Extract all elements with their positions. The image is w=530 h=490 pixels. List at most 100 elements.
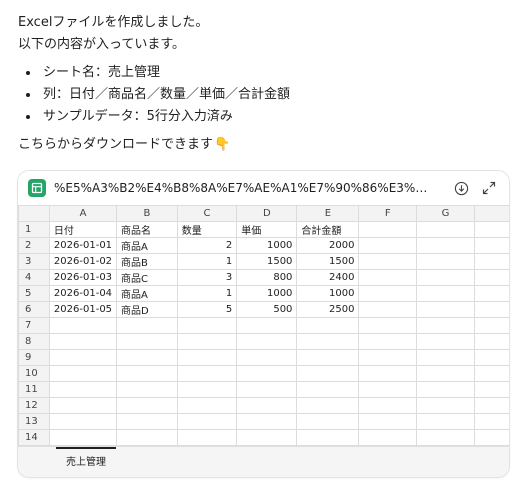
column-header[interactable]: B [116,205,178,222]
cell[interactable]: 500 [236,301,298,318]
cell[interactable] [116,317,178,334]
cell[interactable] [473,365,509,382]
cell[interactable] [473,317,509,334]
cell[interactable] [473,269,509,286]
cell[interactable] [473,285,509,302]
cell[interactable]: 5 [176,301,238,318]
cell[interactable] [358,237,418,254]
file-name[interactable]: %E5%A3%B2%E4%B8%8A%E7%AE%A1%E7%90%86%E3%… [54,181,434,195]
cell[interactable] [236,333,298,350]
cell[interactable] [116,381,178,398]
cell[interactable] [116,397,178,414]
spreadsheet-grid[interactable]: A B C D E F G 1 日付 商品名 数量 単価 合計金額 2 2026-01-01 商品A 2 1000… [18,205,509,446]
cell[interactable]: 2000 [296,237,360,254]
cell[interactable] [296,349,360,366]
select-all-corner[interactable] [18,205,50,222]
sheet-tab[interactable]: 売上管理 [56,447,116,472]
cell[interactable]: 2500 [296,301,360,318]
cell[interactable] [358,317,418,334]
cell[interactable] [358,333,418,350]
cell[interactable] [416,317,475,334]
cell[interactable]: 1000 [236,285,298,302]
cell[interactable] [473,397,509,414]
row-header[interactable]: 14 [18,429,50,446]
cell[interactable] [416,237,475,254]
cell[interactable] [236,413,298,430]
cell[interactable] [358,221,418,238]
column-header[interactable]: E [296,205,360,222]
cell[interactable] [296,397,360,414]
row-header[interactable]: 5 [18,285,50,302]
cell[interactable] [416,301,475,318]
cell[interactable] [358,429,418,446]
cell[interactable] [358,349,418,366]
cell[interactable]: 2026-01-03 [48,269,118,286]
cell[interactable] [236,349,298,366]
cell[interactable] [358,381,418,398]
row-header[interactable]: 13 [18,413,50,430]
cell[interactable] [416,269,475,286]
spreadsheet-preview-card[interactable]: %E5%A3%B2%E4%B8%8A%E7%AE%A1%E7%90%86%E3%… [17,170,510,478]
row-header[interactable]: 11 [18,381,50,398]
cell[interactable] [48,333,118,350]
cell[interactable] [416,365,475,382]
column-header[interactable]: A [48,205,118,222]
row-header[interactable]: 1 [18,221,50,238]
cell[interactable]: 1500 [296,253,360,270]
column-header[interactable]: G [416,205,475,222]
cell[interactable] [296,413,360,430]
cell[interactable] [416,253,475,270]
cell[interactable]: 商品D [116,301,178,318]
cell[interactable] [116,413,178,430]
column-header[interactable]: D [236,205,298,222]
cell[interactable] [176,413,238,430]
cell[interactable] [473,301,509,318]
cell[interactable] [236,365,298,382]
cell[interactable]: 商品A [116,237,178,254]
column-header[interactable]: C [176,205,238,222]
cell[interactable]: 商品C [116,269,178,286]
cell[interactable] [358,413,418,430]
cell[interactable]: 1000 [236,237,298,254]
row-header[interactable]: 3 [18,253,50,270]
cell[interactable] [358,397,418,414]
cell[interactable] [416,429,475,446]
row-header[interactable]: 9 [18,349,50,366]
cell[interactable] [416,349,475,366]
cell[interactable] [473,253,509,270]
cell[interactable] [176,397,238,414]
cell[interactable]: 1500 [236,253,298,270]
row-header[interactable]: 12 [18,397,50,414]
cell[interactable] [473,237,509,254]
cell[interactable] [358,365,418,382]
cell[interactable]: 商品A [116,285,178,302]
row-header[interactable]: 10 [18,365,50,382]
cell[interactable] [48,413,118,430]
cell[interactable] [358,285,418,302]
cell[interactable] [176,317,238,334]
cell[interactable] [416,397,475,414]
cell[interactable] [416,285,475,302]
cell[interactable]: 合計金額 [296,221,360,238]
cell[interactable] [176,349,238,366]
row-header[interactable]: 6 [18,301,50,318]
cell[interactable]: 2 [176,237,238,254]
cell[interactable]: 1 [176,285,238,302]
cell[interactable]: 日付 [48,221,118,238]
row-header[interactable]: 7 [18,317,50,334]
cell[interactable] [296,317,360,334]
cell[interactable] [48,365,118,382]
cell[interactable] [48,349,118,366]
cell[interactable] [236,397,298,414]
cell[interactable]: 単価 [236,221,298,238]
cell[interactable] [296,429,360,446]
cell[interactable] [296,365,360,382]
cell[interactable] [416,333,475,350]
cell[interactable] [176,365,238,382]
column-header[interactable]: F [358,205,418,222]
cell[interactable] [473,349,509,366]
cell[interactable] [296,333,360,350]
cell[interactable] [236,317,298,334]
cell[interactable] [116,333,178,350]
cell[interactable] [296,381,360,398]
